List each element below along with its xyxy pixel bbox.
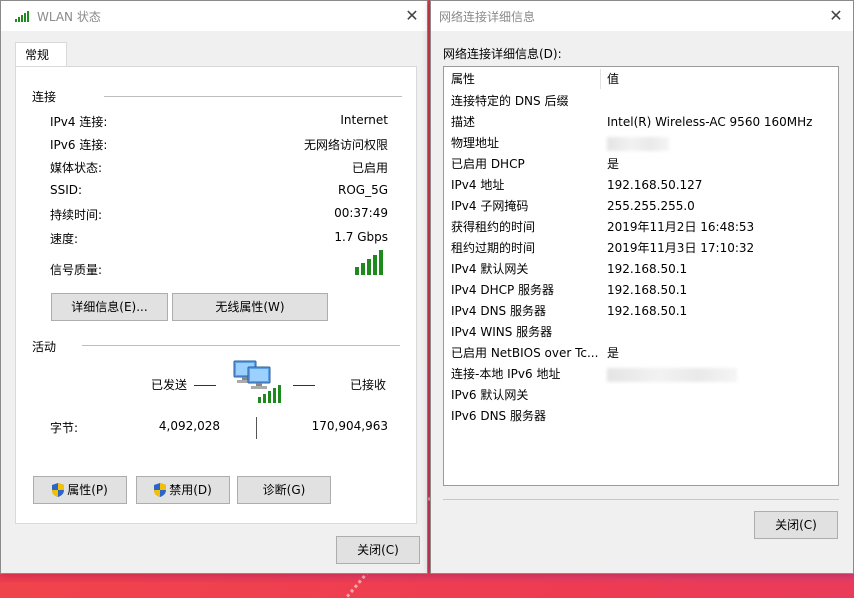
property-value: 192.168.50.127 [607,178,703,192]
property-value: 2019年11月3日 17:10:32 [607,241,755,255]
property-name: 连接-本地 IPv6 地址 [451,367,561,381]
property-name: IPv4 默认网关 [451,262,529,276]
received-dash [293,385,315,386]
duration-label: 持续时间: [50,208,103,222]
general-tab-panel: 连接 IPv4 连接: Internet IPv6 连接: 无网络访问权限 媒体… [15,66,417,524]
property-value: 192.168.50.1 [607,262,688,276]
property-name: 已启用 NetBIOS over Tc... [451,346,599,360]
speed-label: 速度: [50,232,79,246]
disable-button-label: 禁用(D) [169,483,212,497]
title-bar: WLAN 状态 ✕ [1,1,427,31]
property-name: IPv4 WINS 服务器 [451,325,553,339]
property-name: IPv6 默认网关 [451,388,529,402]
wifi-signal-icon [15,11,29,22]
network-computers-icon [233,360,281,403]
column-header-property[interactable]: 属性 [451,67,475,91]
ssid-value: ROG_5G [337,183,388,197]
tab-general[interactable]: 常规 [15,42,67,67]
property-name: 连接特定的 DNS 后缀 [451,94,569,108]
list-item[interactable]: IPv4 DHCP 服务器 192.168.50.1 [444,280,838,301]
property-name: 描述 [451,115,476,129]
list-item[interactable]: 描述 Intel(R) Wireless-AC 9560 160MHz [444,112,838,133]
wlan-status-window: WLAN 状态 ✕ 常规 连接 IPv4 连接: Internet IPv6 连… [0,0,428,574]
window-title: 网络连接详细信息 [439,10,536,24]
close-icon[interactable]: ✕ [826,6,846,26]
activity-section-header: 活动 [32,340,57,354]
window-title: WLAN 状态 [37,10,101,24]
wireless-properties-button[interactable]: 无线属性(W) [172,293,328,321]
column-header-value[interactable]: 值 [607,67,619,91]
close-icon[interactable]: ✕ [402,6,422,26]
property-name: IPv4 子网掩码 [451,199,529,213]
uac-shield-icon [52,483,65,497]
media-state-label: 媒体状态: [50,161,103,175]
diagnose-button[interactable]: 诊断(G) [237,476,331,504]
property-value: 192.168.50.1 [607,304,688,318]
close-button[interactable]: 关闭(C) [754,511,838,539]
connection-section-header: 连接 [32,90,57,104]
bytes-sent-value: 4,092,028 [158,419,220,433]
uac-shield-icon [154,483,167,497]
property-value: 192.168.50.1 [607,283,688,297]
property-name: 已启用 DHCP [451,157,525,171]
disable-button[interactable]: 禁用(D) [136,476,230,504]
list-item[interactable]: IPv4 地址 192.168.50.127 [444,175,838,196]
list-item[interactable]: 获得租约的时间 2019年11月2日 16:48:53 [444,217,838,238]
bytes-received-value: 170,904,963 [311,419,388,433]
details-button[interactable]: 详细信息(E)... [51,293,168,321]
list-item[interactable]: IPv4 默认网关 192.168.50.1 [444,259,838,280]
redacted-value [607,137,669,151]
column-separator[interactable] [600,69,601,89]
signal-quality-label: 信号质量: [50,263,103,277]
property-name: IPv4 DNS 服务器 [451,304,546,318]
property-name: 获得租约的时间 [451,220,536,234]
redacted-value [607,368,737,382]
divider [104,96,402,97]
properties-button[interactable]: 属性(P) [33,476,127,504]
list-item[interactable]: IPv4 WINS 服务器 [444,322,838,343]
details-list[interactable]: 属性 值 连接特定的 DNS 后缀 描述 Intel(R) Wireless-A… [443,66,839,486]
ssid-label: SSID: [50,183,83,197]
details-list-label: 网络连接详细信息(D): [443,47,562,61]
property-name: 租约过期的时间 [451,241,536,255]
media-state-value: 已启用 [351,161,388,175]
list-item[interactable]: 连接-本地 IPv6 地址 [444,364,838,385]
bytes-label: 字节: [50,421,79,435]
sent-label: 已发送 [151,378,188,392]
title-bar: 网络连接详细信息 ✕ [431,1,853,31]
speed-value: 1.7 Gbps [334,230,388,244]
property-value: 是 [607,157,620,171]
property-value: 是 [607,346,620,360]
network-connection-details-window: 网络连接详细信息 ✕ 网络连接详细信息(D): 属性 值 连接特定的 DNS 后… [430,0,854,574]
list-item[interactable]: IPv4 DNS 服务器 192.168.50.1 [444,301,838,322]
property-name: IPv4 DHCP 服务器 [451,283,555,297]
sent-dash [194,385,216,386]
ipv6-connectivity-label: IPv6 连接: [50,138,108,152]
property-name: IPv6 DNS 服务器 [451,409,546,423]
list-item[interactable]: IPv6 DNS 服务器 [444,406,838,427]
property-value: 2019年11月2日 16:48:53 [607,220,755,234]
divider [82,345,400,346]
property-value: Intel(R) Wireless-AC 9560 160MHz [607,115,813,129]
list-item[interactable]: 已启用 DHCP 是 [444,154,838,175]
ipv4-connectivity-label: IPv4 连接: [50,115,108,129]
property-value: 255.255.255.0 [607,199,695,213]
close-button[interactable]: 关闭(C) [336,536,420,564]
duration-value: 00:37:49 [334,206,388,220]
list-item[interactable]: 已启用 NetBIOS over Tc... 是 [444,343,838,364]
properties-button-label: 属性(P) [67,483,108,497]
list-item[interactable]: IPv6 默认网关 [444,385,838,406]
property-name: IPv4 地址 [451,178,505,192]
list-item[interactable]: IPv4 子网掩码 255.255.255.0 [444,196,838,217]
bytes-divider [256,417,257,439]
signal-strength-icon [355,250,383,275]
ipv6-connectivity-value: 无网络访问权限 [303,138,388,152]
ipv4-connectivity-value: Internet [340,113,388,127]
list-item[interactable]: 连接特定的 DNS 后缀 [444,91,838,112]
received-label: 已接收 [350,378,387,392]
list-item[interactable]: 物理地址 [444,133,838,154]
list-item[interactable]: 租约过期的时间 2019年11月3日 17:10:32 [444,238,838,259]
property-name: 物理地址 [451,136,500,150]
divider [443,499,839,500]
